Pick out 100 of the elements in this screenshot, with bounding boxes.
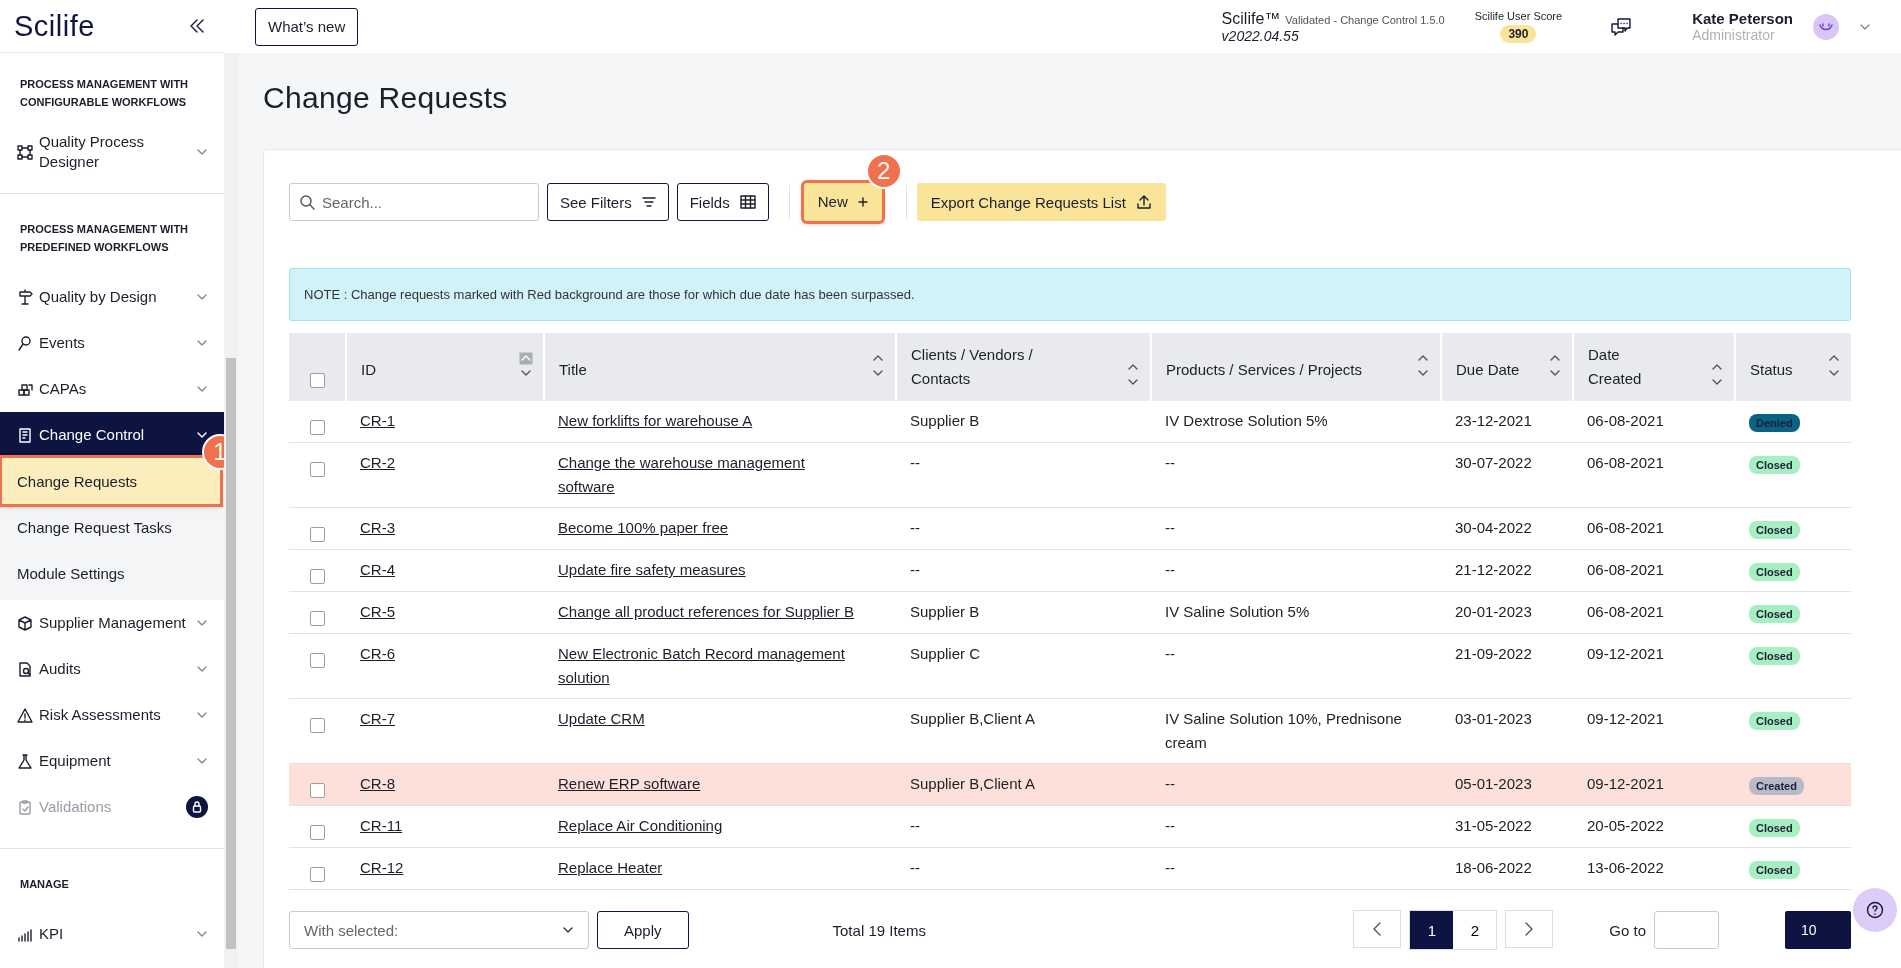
table-cell: Supplier C (910, 645, 981, 662)
section-heading: PROCESS MANAGEMENT WITH PREDEFINED WORKFLOWS (19, 222, 190, 255)
status-badge: Closed (1749, 712, 1800, 730)
table-cell: 06-08-2021 (1587, 603, 1664, 620)
status-badge: Closed (1749, 563, 1800, 581)
column-header[interactable]: Title (559, 358, 587, 382)
goto-label: Go to (1609, 921, 1646, 939)
column-header[interactable]: Due Date (1456, 358, 1520, 382)
checkbox[interactable] (310, 461, 325, 477)
title-link[interactable]: Become 100% paper free (558, 516, 729, 540)
note-banner: NOTE : Change requests marked with Red background are those for which due date has been surpassed. (289, 268, 1851, 321)
nav-item[interactable]: Events (0, 320, 224, 366)
page-size-select[interactable]: 10 (1785, 911, 1851, 949)
table-cell: 09-12-2021 (1587, 710, 1664, 727)
title-link[interactable]: Replace Heater (558, 856, 663, 880)
id-link[interactable]: CR-2 (360, 454, 395, 471)
id-link[interactable]: CR-1 (360, 412, 395, 429)
table-cell: -- (910, 817, 920, 834)
flask-icon (17, 753, 33, 769)
document-icon (17, 427, 33, 443)
table-cell: -- (1165, 645, 1175, 662)
chevron-right-icon (1524, 922, 1535, 936)
search-icon (299, 194, 315, 210)
title-link[interactable]: Replace Air Conditioning (558, 814, 723, 838)
table-cell: 06-08-2021 (1587, 412, 1664, 429)
table-cell: 23-12-2021 (1455, 412, 1532, 429)
id-link[interactable]: CR-12 (360, 859, 404, 876)
checkbox[interactable] (310, 717, 325, 733)
filters-button[interactable]: See Filters (547, 183, 669, 221)
nav-item[interactable]: Supplier Management (0, 600, 224, 646)
new-button[interactable]: New (803, 183, 882, 221)
help-button[interactable] (1853, 888, 1897, 932)
id-link[interactable]: CR-4 (360, 561, 395, 578)
column-header[interactable]: ID (361, 358, 376, 382)
nav-item[interactable]: Audits (0, 646, 224, 692)
scrollbar[interactable] (224, 53, 238, 968)
boxes-icon (17, 381, 33, 397)
export-button[interactable]: Export Change Requests List (916, 183, 1166, 221)
title-link[interactable]: Change the warehouse management software (558, 451, 858, 499)
collapse-icon (188, 18, 206, 34)
total-count: Total 19 Items (832, 921, 926, 939)
nav-item[interactable]: Quality Process Designer (0, 129, 224, 175)
title-link[interactable]: New Electronic Batch Record management solution (558, 642, 858, 690)
nav-item[interactable]: Quality by Design (0, 274, 224, 320)
table-cell: 18-06-2022 (1455, 859, 1532, 876)
logo[interactable]: Scilife (14, 9, 95, 43)
title-link[interactable]: Update fire safety measures (558, 558, 746, 582)
page-title: Change Requests (263, 81, 509, 115)
checkbox[interactable] (310, 568, 325, 584)
id-link[interactable]: CR-7 (360, 710, 395, 727)
whats-new-button[interactable]: What’s new (255, 7, 359, 46)
status-badge: Closed (1749, 521, 1800, 539)
signpost-icon (17, 289, 33, 305)
checkbox[interactable] (310, 610, 325, 626)
id-link[interactable]: CR-8 (360, 775, 395, 792)
id-link[interactable]: CR-3 (360, 519, 395, 536)
checkbox[interactable] (310, 652, 325, 668)
checkbox[interactable] (310, 526, 325, 542)
checkbox[interactable] (310, 782, 325, 798)
checkbox[interactable] (309, 372, 325, 388)
table-cell: -- (910, 519, 920, 536)
table-cell: 13-06-2022 (1587, 859, 1664, 876)
table-cell: 30-07-2022 (1455, 454, 1532, 471)
apply-button[interactable]: Apply (597, 911, 689, 949)
column-header[interactable]: Status (1750, 358, 1793, 382)
table-icon (739, 195, 756, 209)
checkbox[interactable] (310, 824, 325, 840)
avatar-icon (1813, 13, 1839, 40)
id-link[interactable]: CR-5 (360, 603, 395, 620)
nav-item[interactable]: KPI (0, 911, 224, 957)
table-cell: 21-12-2022 (1455, 561, 1532, 578)
table-cell: Supplier B (910, 412, 980, 429)
table-cell: -- (1165, 519, 1175, 536)
title-link[interactable]: New forklifts for warehouse A (558, 409, 753, 433)
next-page-button[interactable] (1505, 910, 1554, 948)
fields-button[interactable]: Fields (676, 183, 769, 221)
nav-item[interactable]: CAPAs (0, 366, 224, 412)
nav-subitem[interactable]: Change Request Tasks (0, 504, 224, 550)
checkbox[interactable] (310, 866, 325, 882)
id-link[interactable]: CR-6 (360, 645, 395, 662)
table-cell: 20-05-2022 (1587, 817, 1664, 834)
filter-icon (641, 196, 656, 208)
pin-icon (17, 335, 33, 351)
id-link[interactable]: CR-11 (360, 817, 403, 834)
nav-subitem[interactable]: Module Settings (0, 550, 224, 596)
checkbox[interactable] (310, 419, 325, 435)
nav-item[interactable]: Risk Assessments (0, 692, 224, 738)
title-link[interactable]: Update CRM (558, 707, 645, 731)
status-badge: Closed (1749, 819, 1800, 837)
nav-item[interactable]: Equipment (0, 738, 224, 784)
bulk-action-select[interactable]: With selected: (289, 911, 589, 949)
goto-field[interactable] (1654, 911, 1719, 949)
score-label: Scilife User Score (1474, 10, 1563, 22)
search-field[interactable]: Search... (289, 183, 539, 221)
table-cell: 06-08-2021 (1587, 519, 1664, 536)
table-cell: 21-09-2022 (1455, 645, 1532, 662)
score-badge: 390 (1500, 25, 1537, 43)
page-button[interactable]: 1 (1410, 911, 1454, 949)
previous-page-button[interactable] (1353, 910, 1402, 948)
title-link[interactable]: Change all product references for Supplier B (558, 600, 854, 624)
